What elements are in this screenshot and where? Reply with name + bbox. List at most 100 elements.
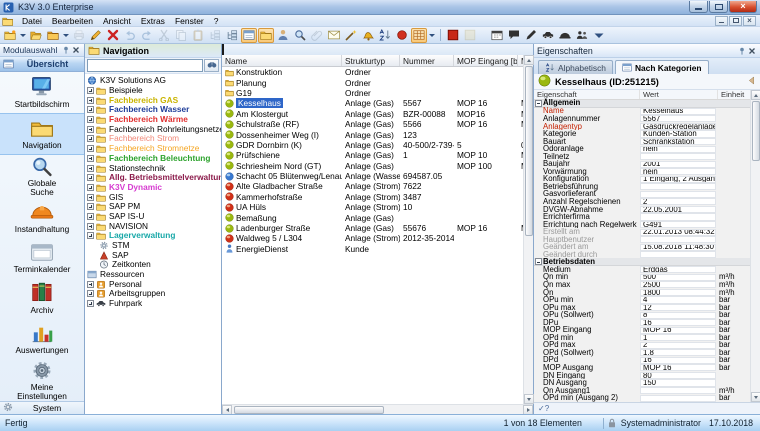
sort-button[interactable] <box>377 28 393 43</box>
tree-expander-icon[interactable] <box>87 290 94 297</box>
sidebar-item-startbildschirm[interactable]: Startbildschirm <box>0 72 84 113</box>
tree-expander-icon[interactable] <box>87 184 94 191</box>
property-value[interactable] <box>640 153 716 160</box>
property-row-mop-ausgang[interactable]: MOP AusgangMOP 16bar <box>534 364 750 372</box>
property-value[interactable]: 2500 <box>640 281 716 288</box>
property-row-errichtung-nach-regelwerk[interactable]: Errichtung nach RegelwerkG491 <box>534 221 750 229</box>
property-row-anlagentyp[interactable]: AnlagentypGasdruckregelanlage <box>534 123 750 131</box>
table-row-bema-ung[interactable]: BemaßungAnlage (Gas) <box>222 212 523 222</box>
property-value[interactable] <box>640 191 716 198</box>
property-row-qn[interactable]: Qn1800m³/h <box>534 289 750 297</box>
property-row-odoranlage[interactable]: Odoranlagenein <box>534 145 750 153</box>
wand-button[interactable] <box>343 28 359 43</box>
property-value[interactable]: 16 <box>640 357 716 364</box>
property-row-dn-eingang[interactable]: DN Eingang80 <box>534 372 750 380</box>
property-value[interactable]: MOP 16 <box>640 364 716 371</box>
menu-item-datei[interactable]: Datei <box>17 15 47 27</box>
tab-alphabetisch[interactable]: Alphabetisch <box>538 60 613 74</box>
property-value[interactable] <box>640 213 716 220</box>
table-row-konstruktion[interactable]: KonstruktionOrdner <box>222 67 523 77</box>
property-value[interactable]: Gasdruckregelanlage <box>640 123 716 130</box>
search-button[interactable] <box>292 28 308 43</box>
pin-icon[interactable] <box>61 45 71 55</box>
tree-expander-icon[interactable] <box>87 106 94 113</box>
tree-expander-icon[interactable] <box>87 145 94 152</box>
menu-item-ansicht[interactable]: Ansicht <box>98 15 136 27</box>
tree-item-arbeitsgruppen[interactable]: Arbeitsgruppen <box>87 289 221 299</box>
property-row-mop-eingang[interactable]: MOP EingangMOP 16bar <box>534 326 750 334</box>
toolbar-overflow-button[interactable] <box>591 28 607 43</box>
record-button[interactable] <box>394 28 410 43</box>
close-button[interactable]: × <box>729 1 757 13</box>
mdi-close-button[interactable]: × <box>743 16 756 26</box>
properties-vertical-scrollbar[interactable] <box>750 90 760 402</box>
tree-item-k3v-solutions-ag[interactable]: K3V Solutions AG <box>87 76 221 86</box>
tree-item-fachbereich-w-rme[interactable]: Fachbereich Wärme <box>87 115 221 125</box>
property-row-opd-min-ausgang-2[interactable]: OPd min (Ausgang 2)bar <box>534 394 750 402</box>
table-row-ua-h-ls[interactable]: UA HülsAnlage (Strom)10 <box>222 202 523 212</box>
sidebar-item-navigation[interactable]: Navigation <box>0 113 84 156</box>
tree-item-lagerverwaltung[interactable]: Lagerverwaltung <box>87 231 221 241</box>
table-row-energiedienst[interactable]: EnergieDienstKunde <box>222 244 523 254</box>
tree-expander-icon[interactable] <box>87 194 94 201</box>
persons-button[interactable] <box>574 28 590 43</box>
property-value[interactable]: 1800 <box>640 289 716 296</box>
property-row-gasvorlieferant[interactable]: Gasvorlieferant <box>534 191 750 199</box>
minimize-button[interactable] <box>689 1 708 13</box>
tree-item-k3v-dynamic[interactable]: K3V Dynamic <box>87 183 221 193</box>
property-value[interactable]: G491 <box>640 221 716 228</box>
property-row-bauart[interactable]: BauartSchrankstation <box>534 138 750 146</box>
tree-expander-icon[interactable] <box>87 174 94 181</box>
property-value[interactable]: 1.8 <box>640 349 716 356</box>
property-value[interactable]: 1 <box>640 334 716 341</box>
column-header-name[interactable]: Name <box>222 55 342 66</box>
column-header-strukturtyp[interactable]: Strukturtyp <box>342 55 400 66</box>
property-row-dpu[interactable]: DPu16bar <box>534 319 750 327</box>
collapse-panel-button[interactable] <box>746 76 756 88</box>
maximize-button[interactable] <box>709 1 728 13</box>
property-row-konfiguration[interactable]: Konfiguration1 Eingang, 2 Ausgänge <box>534 175 750 183</box>
table-row-pr-fschiene[interactable]: PrüfschieneAnlage (Gas)1MOP 10MOP <box>222 150 523 160</box>
property-value[interactable] <box>640 395 716 402</box>
tree-expander-icon[interactable] <box>87 232 94 239</box>
column-header-mop-eingang-bar[interactable]: MOP Eingang [bar] <box>454 55 518 66</box>
property-value[interactable]: 16 <box>640 319 716 326</box>
tree-expander-icon[interactable] <box>87 97 94 104</box>
table-vertical-scrollbar[interactable] <box>523 55 533 404</box>
tree-sync-button[interactable] <box>224 28 240 43</box>
table-row-gdr-dornbirn-k[interactable]: GDR Dornbirn (K)Anlage (Gas)40-500/2-739… <box>222 140 523 150</box>
stop-button[interactable] <box>445 28 461 43</box>
property-row-qn-max[interactable]: Qn max2500m³/h <box>534 281 750 289</box>
property-value[interactable]: 1 Eingang, 2 Ausgänge <box>640 176 716 183</box>
property-row-ge-ndert-am[interactable]: Geändert am15.08.2018 11:48:30 <box>534 243 750 251</box>
property-value[interactable]: 80 <box>640 372 716 379</box>
favorites-button-dropdown[interactable] <box>63 34 69 37</box>
tree-expander-icon[interactable] <box>87 203 94 210</box>
show-folder-pane-toggle[interactable] <box>258 28 274 43</box>
category-expander[interactable] <box>534 258 543 265</box>
tree-item-sap[interactable]: SAP <box>87 250 221 260</box>
property-row-opu-min[interactable]: OPu min4bar <box>534 296 750 304</box>
table-row-kesselhaus[interactable]: KesselhausAnlage (Gas)5567MOP 16MOP <box>222 98 523 108</box>
tree-item-sap-pm[interactable]: SAP PM <box>87 202 221 212</box>
tree-expander-icon[interactable] <box>87 223 94 230</box>
property-row-dn-ausgang[interactable]: DN Ausgang150 <box>534 379 750 387</box>
sidebar-item-instandhaltung[interactable]: Instandhaltung <box>0 197 84 238</box>
tree-item-fuhrpark[interactable]: Fuhrpark <box>87 299 221 309</box>
property-value[interactable]: 8 <box>640 312 716 319</box>
property-row-teilnetz[interactable]: Teilnetz <box>534 153 750 161</box>
property-row-opu-sollwert[interactable]: OPu (Sollwert)8bar <box>534 311 750 319</box>
property-value[interactable]: 2 <box>640 198 716 205</box>
tree-expander-icon[interactable] <box>87 135 94 142</box>
grid-view-toggle-dropdown[interactable] <box>429 34 435 37</box>
grid-view-toggle[interactable] <box>411 28 427 43</box>
new-object-button-dropdown[interactable] <box>20 34 26 37</box>
menu-item-bearbeiten[interactable]: Bearbeiten <box>47 15 98 27</box>
alarm-button[interactable] <box>360 28 376 43</box>
new-object-button[interactable] <box>2 28 18 43</box>
property-value[interactable]: 2001 <box>640 161 716 168</box>
tab-nach-kategorien[interactable]: Nach Kategorien <box>615 60 709 74</box>
tree-expander-icon[interactable] <box>87 165 94 172</box>
property-row-errichterfirma[interactable]: Errichterfirma <box>534 213 750 221</box>
property-value[interactable] <box>640 183 716 190</box>
